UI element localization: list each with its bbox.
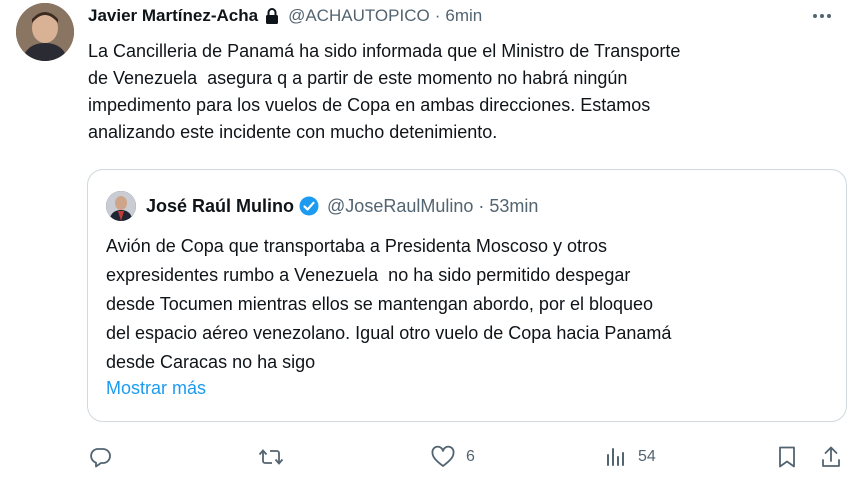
share-icon	[820, 445, 842, 469]
like-button[interactable]: 6	[430, 442, 475, 472]
tweet-text: La Cancilleria de Panamá ha sido informa…	[88, 41, 681, 142]
author-handle[interactable]: @ACHAUTOPICO	[288, 6, 430, 26]
bookmark-icon	[776, 445, 798, 469]
quoted-handle: @JoseRaulMulino	[327, 195, 474, 216]
timestamp[interactable]: 6min	[445, 6, 482, 26]
more-icon[interactable]	[809, 4, 835, 28]
verified-badge-icon	[299, 196, 319, 216]
share-button[interactable]	[820, 442, 842, 472]
reply-button[interactable]	[88, 442, 122, 472]
reply-icon	[88, 445, 112, 469]
author-avatar[interactable]	[16, 3, 74, 61]
tweet-header: Javier Martínez-Acha @ACHAUTOPICO · 6min	[88, 4, 835, 28]
bookmark-button[interactable]	[776, 442, 798, 472]
quoted-header: José Raúl Mulino @JoseRaulMulino · 53min	[106, 191, 539, 221]
action-bar: 6 54	[86, 442, 845, 472]
quoted-author-name: José Raúl Mulino	[146, 195, 295, 216]
like-icon	[430, 445, 456, 469]
views-count: 54	[638, 448, 656, 465]
retweet-button[interactable]	[258, 442, 294, 472]
lock-icon	[264, 7, 280, 25]
separator-dot: ·	[434, 6, 441, 25]
views-icon	[604, 445, 628, 469]
quoted-text: Avión de Copa que transportaba a Preside…	[106, 236, 672, 372]
quoted-avatar	[106, 191, 136, 221]
like-count: 6	[466, 448, 475, 465]
show-more-link[interactable]: Mostrar más	[106, 378, 206, 399]
views-button[interactable]: 54	[604, 442, 656, 472]
author-name[interactable]: Javier Martínez-Acha	[88, 6, 258, 26]
quoted-timestamp: 53min	[489, 195, 539, 216]
quoted-tweet[interactable]: José Raúl Mulino @JoseRaulMulino · 53min…	[87, 169, 847, 422]
retweet-icon	[258, 445, 284, 469]
quoted-separator: ·	[478, 195, 485, 216]
